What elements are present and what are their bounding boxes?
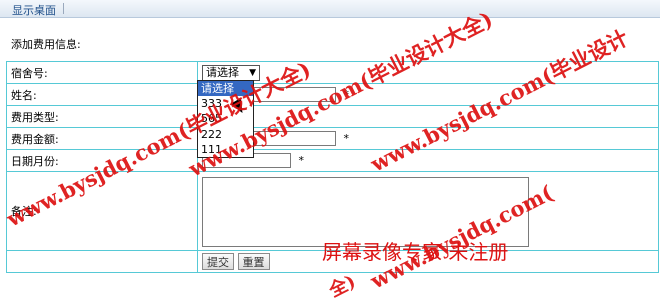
remark-cell: [197, 171, 659, 251]
form-row-actions: 提交 重置: [6, 250, 659, 273]
required-mark: *: [298, 153, 305, 167]
actions-cell: 提交 重置: [197, 250, 659, 273]
chevron-down-icon: ▼: [249, 67, 256, 78]
show-desktop-link[interactable]: 显示桌面: [12, 2, 56, 18]
dorm-cell: 请选择 ▼: [197, 61, 659, 84]
amount-cell: *: [197, 127, 659, 150]
dorm-label: 宿舍号:: [6, 61, 198, 84]
section-title: 添加费用信息:: [11, 38, 81, 51]
required-mark: *: [343, 131, 350, 145]
name-cell: *: [197, 83, 659, 106]
top-toolbar: 显示桌面: [0, 0, 660, 18]
dorm-select[interactable]: 请选择 ▼: [202, 64, 260, 81]
dorm-option[interactable]: 222: [198, 127, 253, 142]
reset-button[interactable]: 重置: [237, 253, 270, 270]
date-cell: *: [197, 149, 659, 172]
dorm-option[interactable]: 111: [198, 142, 253, 157]
dorm-dropdown-list: 请选择 333 565 222 111: [197, 80, 254, 158]
actions-spacer: [6, 250, 198, 273]
form-row-date: 日期月份: *: [6, 149, 659, 172]
fee-form: 宿舍号: 请选择 ▼ 姓名: * 费用类型: 费用金额: * 日期月份: * 备…: [6, 61, 659, 273]
form-row-remark: 备注:: [6, 171, 659, 251]
remark-label: 备注:: [6, 171, 198, 251]
form-row-fee-type: 费用类型:: [6, 105, 659, 128]
form-row-dorm: 宿舍号: 请选择 ▼: [6, 61, 659, 84]
form-row-name: 姓名: *: [6, 83, 659, 106]
remark-textarea[interactable]: [202, 177, 529, 247]
fee-type-label: 费用类型:: [6, 105, 198, 128]
form-row-amount: 费用金额: *: [6, 127, 659, 150]
dorm-option[interactable]: 565: [198, 111, 253, 126]
toolbar-divider: [63, 3, 64, 14]
name-label: 姓名:: [6, 83, 198, 106]
submit-button[interactable]: 提交: [202, 253, 234, 270]
dorm-select-value: 请选择: [206, 65, 239, 79]
required-mark: *: [343, 87, 350, 101]
dorm-option[interactable]: 请选择: [198, 81, 253, 97]
date-label: 日期月份:: [6, 149, 198, 172]
amount-label: 费用金额:: [6, 127, 198, 150]
fee-type-cell: [197, 105, 659, 128]
